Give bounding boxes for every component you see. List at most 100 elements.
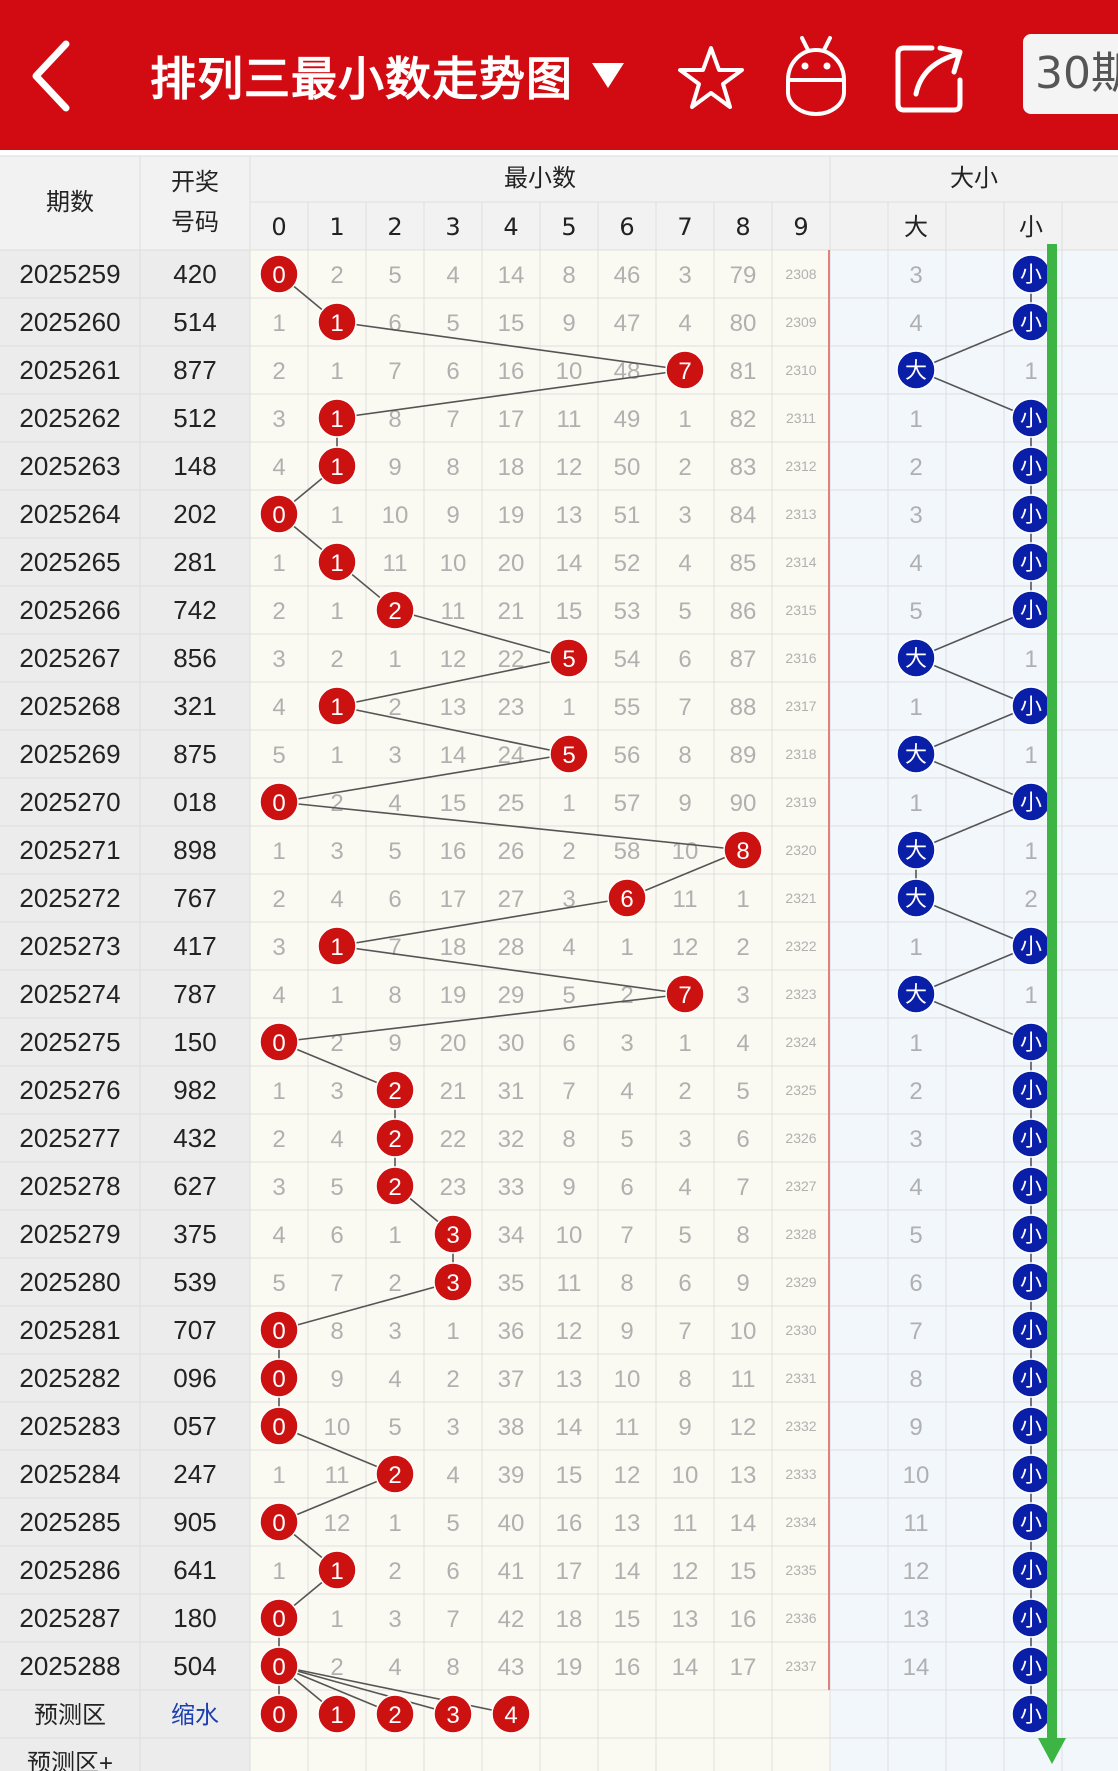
omission-cell: 18 [556, 1606, 583, 1633]
omission-cell: 11 [904, 1510, 929, 1537]
omission-cell: 29 [498, 982, 525, 1009]
ball-label: 小 [1020, 1462, 1042, 1487]
period-select-button[interactable]: 30期 [1023, 34, 1118, 114]
omission-cell: 15 [556, 1462, 583, 1489]
omission-cell: 1 [272, 550, 285, 577]
omission-cell: 4 [446, 262, 459, 289]
omission-cell: 1 [1024, 838, 1037, 865]
omission-cell: 17 [440, 886, 467, 913]
omission-cell: 19 [556, 1654, 583, 1681]
ball-label: 小 [1020, 934, 1042, 959]
omission-cell: 7 [446, 406, 459, 433]
omission-cell: 4 [909, 1174, 922, 1201]
min-digit-ball: 0 [259, 494, 299, 534]
small-size-ball: 小 [1011, 590, 1051, 630]
star-icon[interactable] [676, 44, 746, 112]
omission-cell: 10 [672, 838, 699, 865]
page-title[interactable]: 排列三最小数走势图 [150, 44, 573, 114]
predict-digit-ball[interactable]: 3 [433, 1694, 473, 1734]
ball-label: 大 [905, 358, 927, 383]
min-digit-ball: 3 [433, 1214, 473, 1254]
small-size-ball: 小 [1011, 1646, 1051, 1686]
omission-cell: 5 [678, 1222, 691, 1249]
app-header: 排列三最小数走势图 30期 [0, 0, 1118, 150]
omission-cell: 5 [909, 1222, 922, 1249]
omission-cell: 2313 [785, 506, 816, 522]
period-cell: 2025268 [19, 691, 120, 721]
omission-cell: 1 [272, 1558, 285, 1585]
small-size-ball: 小 [1011, 1550, 1051, 1590]
omission-cell: 7 [388, 358, 401, 385]
omission-cell: 5 [562, 982, 575, 1009]
back-arrow-icon[interactable] [30, 38, 90, 114]
omission-cell: 42 [498, 1606, 525, 1633]
omission-cell: 11 [557, 1270, 582, 1297]
draw-number-cell: 539 [173, 1267, 216, 1297]
draw-number-cell: 767 [173, 883, 216, 913]
omission-cell: 35 [498, 1270, 525, 1297]
omission-cell: 3 [909, 262, 922, 289]
size-area-background [830, 250, 1118, 1771]
min-digit-ball: 1 [317, 686, 357, 726]
omission-cell: 7 [678, 694, 691, 721]
min-digit-ball: 1 [317, 446, 357, 486]
ball-label: 5 [562, 646, 575, 673]
omission-cell: 89 [730, 742, 757, 769]
omission-cell: 9 [909, 1414, 922, 1441]
draw-number-cell: 905 [173, 1507, 216, 1537]
small-column-header: 小 [1019, 213, 1043, 241]
predict-digit-ball[interactable]: 0 [259, 1694, 299, 1734]
omission-cell: 1 [330, 742, 343, 769]
omission-cell: 82 [730, 406, 757, 433]
omission-cell: 1 [446, 1318, 459, 1345]
omission-cell: 28 [498, 934, 525, 961]
ball-label: 小 [1020, 1078, 1042, 1103]
small-size-ball: 小 [1011, 1406, 1051, 1446]
omission-cell: 11 [441, 598, 466, 625]
omission-cell: 13 [903, 1606, 930, 1633]
predict-digit-ball[interactable]: 1 [317, 1694, 357, 1734]
omission-cell: 5 [388, 838, 401, 865]
omission-cell: 8 [736, 1222, 749, 1249]
ball-label: 0 [272, 1366, 285, 1393]
omission-cell: 11 [325, 1462, 350, 1489]
ball-label: 3 [446, 1702, 459, 1729]
draw-number-cell: 420 [173, 259, 216, 289]
small-size-ball: 小 [1011, 302, 1051, 342]
omission-cell: 1 [388, 646, 401, 673]
draw-column-header-line2: 号码 [171, 208, 219, 236]
omission-cell: 12 [324, 1510, 351, 1537]
omission-cell: 9 [736, 1270, 749, 1297]
draw-number-cell: 202 [173, 499, 216, 529]
omission-cell: 4 [330, 1126, 343, 1153]
omission-cell: 2336 [785, 1610, 816, 1626]
omission-cell: 15 [440, 790, 467, 817]
omission-cell: 17 [556, 1558, 583, 1585]
predict-digit-ball[interactable]: 2 [375, 1694, 415, 1734]
omission-cell: 2333 [785, 1466, 816, 1482]
big-size-ball: 大 [896, 878, 936, 918]
omission-cell: 1 [909, 406, 922, 433]
digit-header-1: 1 [329, 213, 344, 241]
omission-cell: 11 [557, 406, 582, 433]
omission-cell: 88 [730, 694, 757, 721]
omission-cell: 6 [562, 1030, 575, 1057]
draw-number-cell: 321 [173, 691, 216, 721]
predict-digit-ball[interactable]: 4 [491, 1694, 531, 1734]
predict-row-label: 预测区 [34, 1702, 106, 1729]
omission-cell: 1 [330, 598, 343, 625]
small-size-ball: 小 [1011, 1358, 1051, 1398]
robot-icon[interactable] [780, 34, 852, 116]
omission-cell: 12 [440, 646, 467, 673]
ball-label: 小 [1020, 1126, 1042, 1151]
dropdown-triangle-icon[interactable] [590, 60, 626, 90]
omission-cell: 23 [440, 1174, 467, 1201]
omission-cell: 13 [672, 1606, 699, 1633]
omission-cell: 6 [388, 310, 401, 337]
omission-cell: 2 [562, 838, 575, 865]
omission-cell: 33 [498, 1174, 525, 1201]
ball-label: 小 [1020, 694, 1042, 719]
omission-cell: 2 [272, 1126, 285, 1153]
omission-cell: 4 [272, 1222, 285, 1249]
share-icon[interactable] [892, 40, 968, 116]
